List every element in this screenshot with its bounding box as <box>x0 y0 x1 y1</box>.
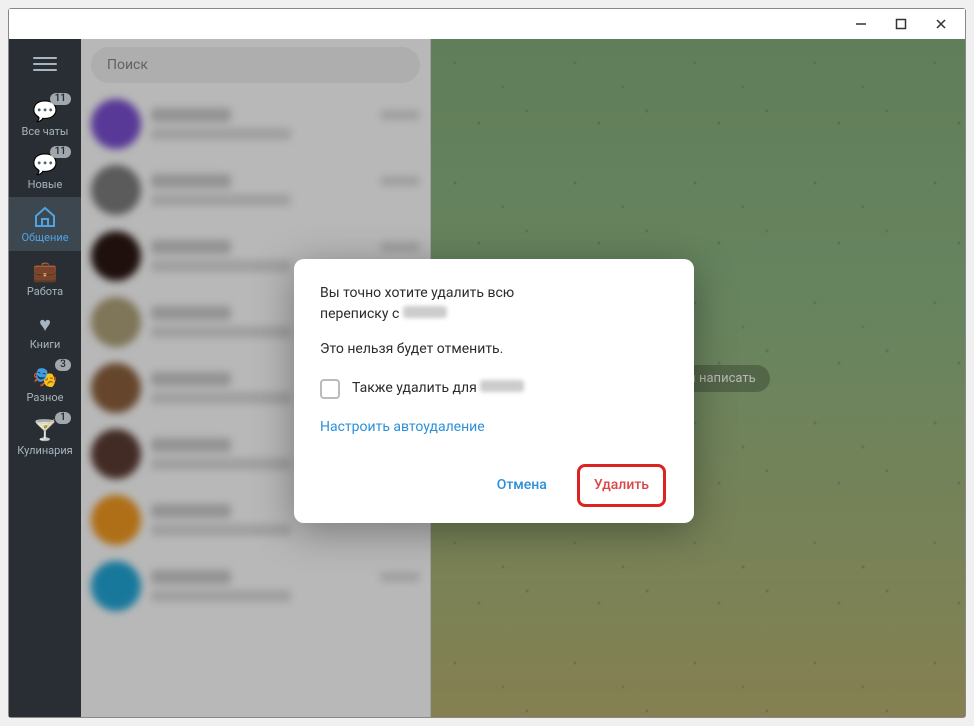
folder-label: Работа <box>25 285 65 298</box>
folder-badge: 11 <box>50 93 71 105</box>
heart-icon: ♥ <box>39 312 51 336</box>
mask-icon: 🎭 <box>33 365 58 389</box>
folder-new[interactable]: 11 💬 Новые <box>9 144 81 197</box>
folder-misc[interactable]: 3 🎭 Разное <box>9 357 81 410</box>
autodelete-link[interactable]: Настроить автоудаление <box>320 417 485 438</box>
chat-row[interactable]: xxxxxxxxxxxxxx <box>81 553 430 619</box>
folder-cooking[interactable]: 1 🍸 Кулинария <box>9 410 81 463</box>
folder-label: Кулинария <box>15 444 74 457</box>
home-icon <box>33 205 57 229</box>
titlebar <box>9 9 965 39</box>
also-delete-checkbox-row[interactable]: Также удалить для <box>320 378 668 399</box>
menu-button[interactable] <box>25 49 65 79</box>
folder-all-chats[interactable]: 11 💬 Все чаты <box>9 91 81 144</box>
folder-badge: 11 <box>50 146 71 158</box>
folder-label: Общение <box>19 231 70 244</box>
folder-label: Все чаты <box>20 125 71 138</box>
cocktail-icon: 🍸 <box>33 418 58 442</box>
chat-row[interactable]: xxxxxxxxxxxxxx <box>81 91 430 157</box>
delete-button[interactable]: Удалить <box>577 464 666 507</box>
folder-badge: 1 <box>55 412 71 424</box>
app-window: 11 💬 Все чаты 11 💬 Новые Общение 💼 Работ… <box>8 8 966 718</box>
dialog-warning: Это нельзя будет отменить. <box>320 339 668 360</box>
folder-badge: 3 <box>55 359 71 371</box>
folder-label: Новые <box>26 178 65 191</box>
folder-label: Разное <box>25 391 66 404</box>
folder-chat[interactable]: Общение <box>9 197 81 250</box>
briefcase-icon: 💼 <box>33 259 58 283</box>
close-button[interactable] <box>921 10 961 38</box>
folder-sidebar: 11 💬 Все чаты 11 💬 Новые Общение 💼 Работ… <box>9 39 81 717</box>
minimize-button[interactable] <box>841 10 881 38</box>
search-input[interactable]: Поиск <box>91 47 420 83</box>
maximize-button[interactable] <box>881 10 921 38</box>
folder-label: Книги <box>28 338 63 351</box>
cancel-button[interactable]: Отмена <box>489 469 555 502</box>
dialog-message: Вы точно хотите удалить всю переписку с <box>320 283 668 325</box>
checkbox[interactable] <box>320 379 340 399</box>
contact-name-blurred <box>480 380 524 392</box>
contact-name-blurred <box>403 306 447 318</box>
checkbox-label: Также удалить для <box>352 378 524 399</box>
folder-books[interactable]: ♥ Книги <box>9 304 81 357</box>
folder-work[interactable]: 💼 Работа <box>9 251 81 304</box>
delete-chat-dialog: Вы точно хотите удалить всю переписку с … <box>294 259 694 523</box>
chat-row[interactable]: xxxxxxxxxxxxxx <box>81 157 430 223</box>
